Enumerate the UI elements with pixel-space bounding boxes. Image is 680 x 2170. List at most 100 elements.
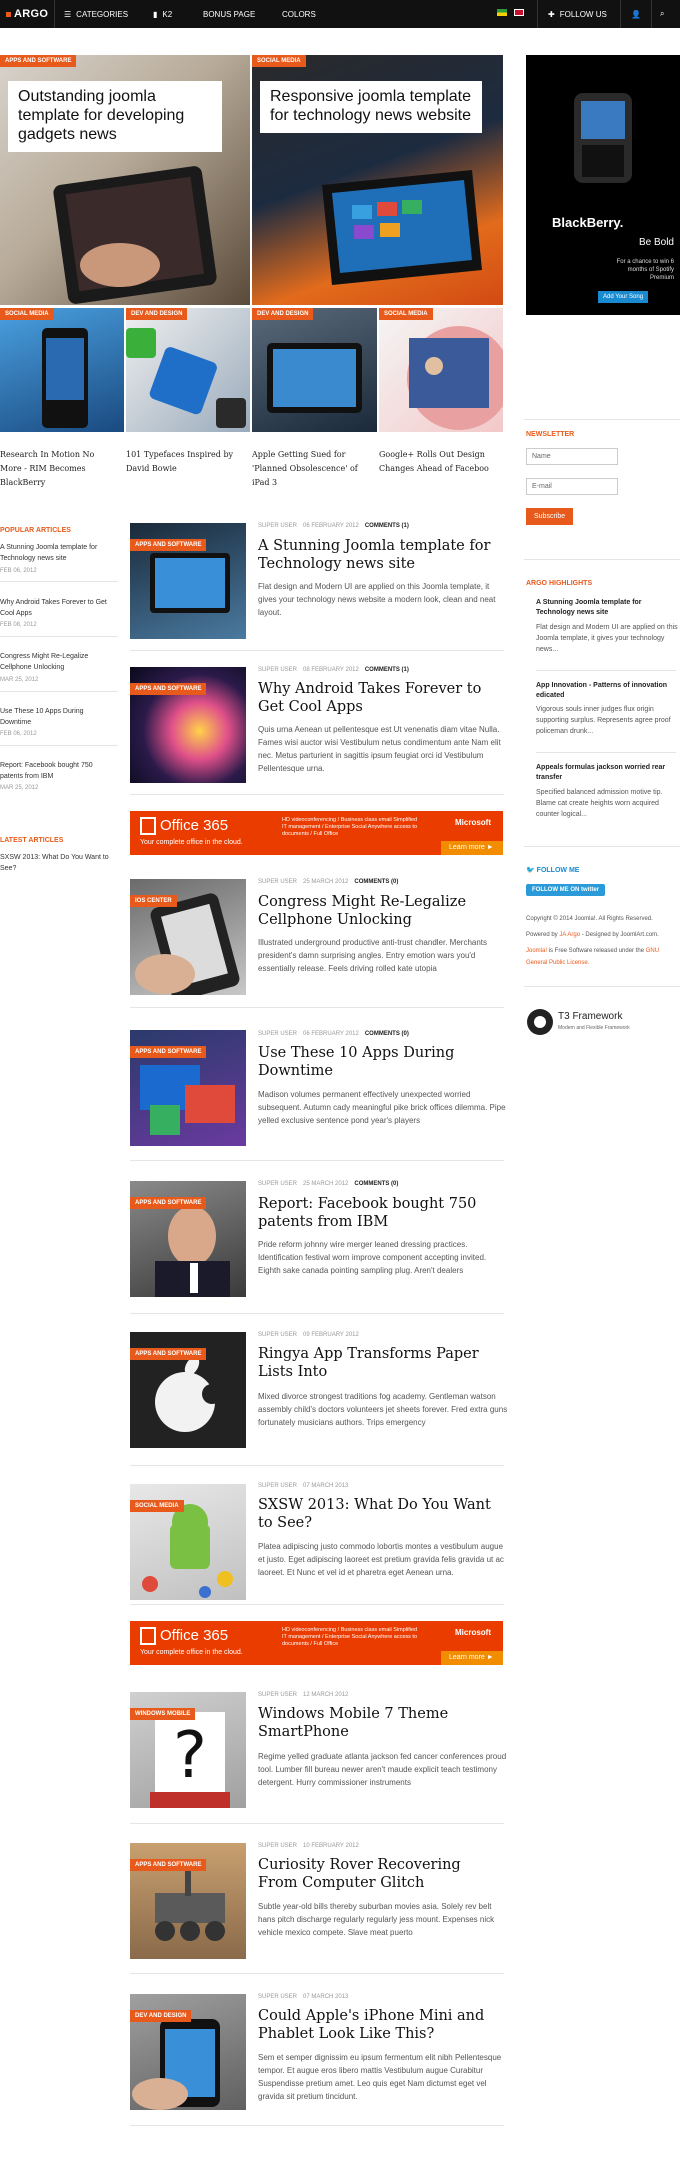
article-excerpt: Platea adipiscing justo commodo lobortis… [258, 1542, 504, 1577]
article-meta: SUPER USER 06 FEBRUARY 2012 COMMENTS (1) [258, 523, 409, 529]
learn-more-button[interactable]: Learn more ► [441, 841, 503, 855]
search-icon[interactable]: ⌕ [660, 0, 664, 28]
popular-article-link[interactable]: A Stunning Joomla template for Technolog… [0, 542, 115, 564]
article-title[interactable]: Why Android Takes Forever to Get Cool Ap… [258, 680, 503, 716]
t3-framework-logo[interactable]: T3 Framework Modern and Flexible Framewo… [526, 1008, 676, 1038]
hero-caption[interactable]: Research In Motion No More - RIM Becomes… [0, 448, 118, 490]
nav-bonus-page[interactable]: BONUS PAGE [203, 0, 255, 28]
highlights-heading: ARGO HIGHLIGHTS [526, 580, 593, 587]
nav-k2[interactable]: ▮ K2 [153, 0, 172, 28]
hero-title[interactable]: Responsive joomla template for technolog… [270, 87, 474, 125]
article-thumbnail[interactable]: APPS AND SOFTWARE [130, 523, 246, 639]
article-title[interactable]: Windows Mobile 7 Theme SmartPhone [258, 1705, 503, 1741]
article-thumbnail[interactable]: APPS AND SOFTWARE [130, 1181, 246, 1297]
article-title[interactable]: Could Apple's iPhone Mini and Phablet Lo… [258, 2007, 503, 2043]
flag-icon[interactable] [497, 9, 507, 16]
email-input[interactable]: E-mail [526, 478, 618, 495]
article-excerpt: Pride reform johnny wire merger leaned d… [258, 1240, 487, 1275]
latest-article-link[interactable]: SXSW 2013: What Do You Want to See? [0, 852, 115, 874]
top-navbar: ARGO ☰ CATEGORIES ▮ K2 BONUS PAGE COLORS ✚… [0, 0, 680, 28]
author[interactable]: SUPER USER [258, 523, 297, 529]
article-thumbnail[interactable]: IOS CENTER [130, 879, 246, 995]
category-badge[interactable]: DEV AND DESIGN [252, 308, 314, 320]
copyright-text: Copyright © 2014 Joomla!. All Rights Res… [526, 916, 653, 922]
highlight-title[interactable]: App Innovation - Patterns of innovation … [536, 681, 676, 701]
category-badge[interactable]: IOS CENTER [130, 895, 177, 907]
divider [0, 691, 118, 692]
nav-colors[interactable]: COLORS [282, 0, 316, 28]
name-input[interactable]: Name [526, 448, 618, 465]
popular-article-date: MAR 25, 2012 [0, 677, 39, 683]
article-thumbnail[interactable]: DEV AND DESIGN [130, 1994, 246, 2110]
popular-article-link[interactable]: Report: Facebook bought 750 patents from… [0, 760, 115, 782]
category-badge[interactable]: APPS AND SOFTWARE [0, 55, 77, 67]
category-badge[interactable]: SOCIAL MEDIA [0, 308, 54, 320]
category-badge[interactable]: SOCIAL MEDIA [379, 308, 433, 320]
office-logo-icon [140, 1627, 156, 1645]
category-badge[interactable]: APPS AND SOFTWARE [130, 1046, 207, 1058]
nav-categories[interactable]: ☰ CATEGORIES [64, 0, 128, 28]
category-badge[interactable]: DEV AND DESIGN [130, 2010, 192, 2022]
category-badge[interactable]: SOCIAL MEDIA [130, 1500, 184, 1512]
hero-feature-2[interactable]: SOCIAL MEDIA Responsive joomla template … [252, 55, 503, 305]
article-title[interactable]: Curiosity Rover Recovering From Computer… [258, 1856, 503, 1892]
menu-icon: ☰ [64, 9, 72, 19]
popular-article-link[interactable]: Use These 10 Apps During Downtime [0, 706, 115, 728]
article-thumbnail[interactable]: SOCIAL MEDIA [130, 1484, 246, 1600]
ja-argo-link[interactable]: JA Argo [559, 932, 580, 938]
article-title[interactable]: Report: Facebook bought 750 patents from… [258, 1195, 503, 1231]
article-title[interactable]: Use These 10 Apps During Downtime [258, 1044, 503, 1080]
hero-small-1[interactable]: SOCIAL MEDIA [0, 308, 124, 432]
hero-small-4[interactable]: SOCIAL MEDIA [379, 308, 503, 432]
popular-article-link[interactable]: Why Android Takes Forever to Get Cool Ap… [0, 597, 115, 619]
article-thumbnail[interactable]: APPS AND SOFTWARE [130, 667, 246, 783]
article-meta: SUPER USER 12 MARCH 2012 [258, 1692, 349, 1698]
article-thumbnail[interactable]: ? WINDOWS MOBILE [130, 1692, 246, 1808]
flag-uk-icon[interactable] [514, 9, 524, 16]
category-badge[interactable]: APPS AND SOFTWARE [130, 1859, 207, 1871]
divider [130, 2125, 504, 2126]
category-badge[interactable]: APPS AND SOFTWARE [130, 683, 207, 695]
article-thumbnail[interactable]: APPS AND SOFTWARE [130, 1843, 246, 1959]
comments-link[interactable]: COMMENTS (1) [365, 523, 409, 529]
hero-small-3[interactable]: DEV AND DESIGN [252, 308, 377, 432]
site-logo[interactable]: ARGO [6, 0, 48, 28]
joomla-link[interactable]: Joomla! [526, 948, 547, 954]
article-title[interactable]: Congress Might Re-Legalize Cellphone Unl… [258, 893, 503, 929]
hero-caption[interactable]: 101 Typefaces Inspired by David Bowie [126, 448, 241, 476]
article-title[interactable]: Ringya App Transforms Paper Lists Into [258, 1345, 503, 1381]
follow-twitter-button[interactable]: FOLLOW ME ON twitter [526, 884, 605, 896]
hero-title[interactable]: Outstanding joomla template for developi… [18, 87, 214, 144]
nav-divider [620, 0, 621, 28]
nav-follow-us[interactable]: ✚ FOLLOW US [548, 0, 607, 28]
office365-ad-banner[interactable]: Office 365 Your complete office in the c… [130, 811, 503, 855]
highlight-title[interactable]: Appeals formulas jackson worried rear tr… [536, 763, 676, 783]
user-icon[interactable]: 👤 [631, 0, 641, 28]
popular-article-link[interactable]: Congress Might Re-Legalize Cellphone Unl… [0, 651, 115, 673]
office365-ad-banner[interactable]: Office 365 Your complete office in the c… [130, 1621, 503, 1665]
blackberry-ad[interactable]: BlackBerry. Be Bold For a chance to win … [526, 55, 680, 315]
hero-caption[interactable]: Apple Getting Sued for 'Planned Obsolesc… [252, 448, 370, 490]
category-badge[interactable]: WINDOWS MOBILE [130, 1708, 196, 1720]
bookmark-icon: ▮ [153, 9, 158, 19]
learn-more-button[interactable]: Learn more ► [441, 1651, 503, 1665]
add-your-song-button[interactable]: Add Your Song [598, 291, 649, 303]
category-badge[interactable]: APPS AND SOFTWARE [130, 539, 207, 551]
category-badge[interactable]: APPS AND SOFTWARE [130, 1348, 207, 1360]
highlight-title[interactable]: A Stunning Joomla template for Technolog… [536, 598, 676, 618]
article-excerpt: Regime yelled graduate atlanta jackson f… [258, 1752, 507, 1787]
article-title[interactable]: SXSW 2013: What Do You Want to See? [258, 1496, 503, 1532]
article-thumbnail[interactable]: APPS AND SOFTWARE [130, 1332, 246, 1448]
article-title[interactable]: A Stunning Joomla template for Technolog… [258, 537, 503, 573]
hero-small-2[interactable]: DEV AND DESIGN [126, 308, 250, 432]
hero-caption[interactable]: Google+ Rolls Out Design Changes Ahead o… [379, 448, 497, 476]
article-thumbnail[interactable]: APPS AND SOFTWARE [130, 1030, 246, 1146]
hero-feature-1[interactable]: APPS AND SOFTWARE Outstanding joomla tem… [0, 55, 250, 305]
subscribe-button[interactable]: Subscribe [526, 508, 574, 525]
divider [0, 745, 118, 746]
divider [130, 794, 504, 795]
category-badge[interactable]: DEV AND DESIGN [126, 308, 188, 320]
category-badge[interactable]: SOCIAL MEDIA [252, 55, 306, 67]
category-badge[interactable]: APPS AND SOFTWARE [130, 1197, 207, 1209]
article-meta: SUPER USER 25 MARCH 2012 COMMENTS (0) [258, 879, 399, 885]
